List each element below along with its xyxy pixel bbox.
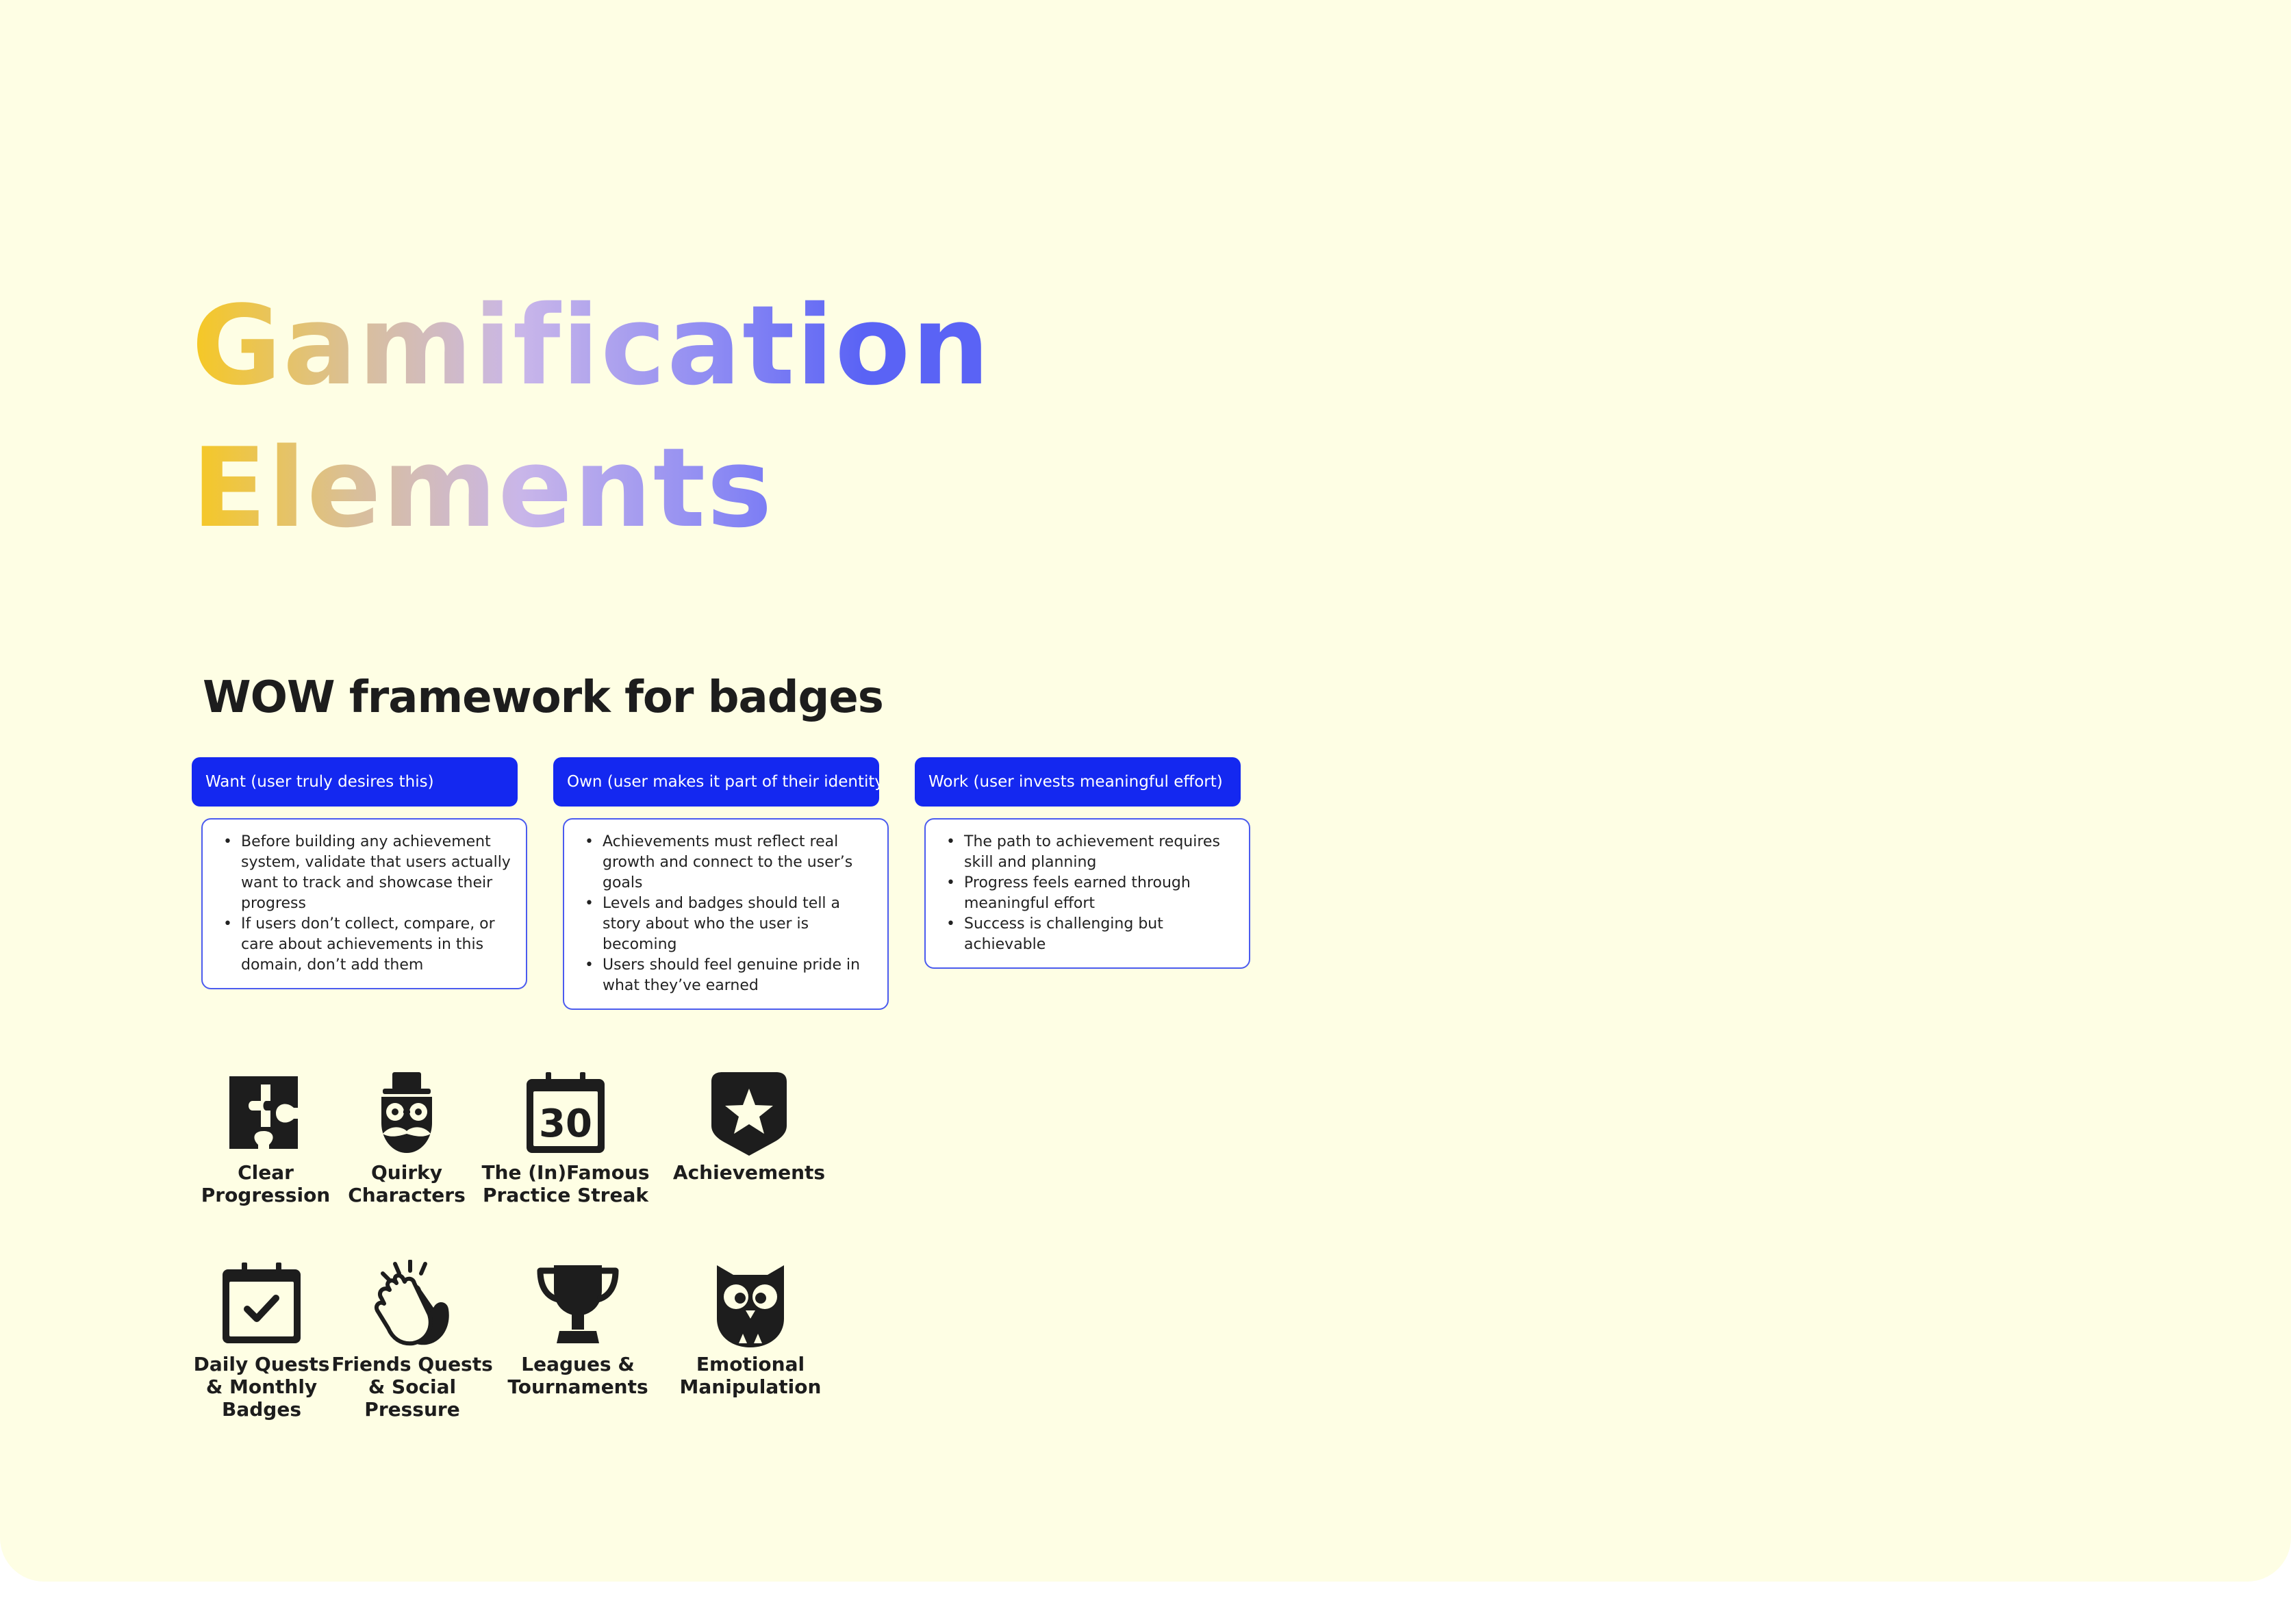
calendar-check-icon	[223, 1263, 301, 1343]
feature-label: Achievements	[672, 1161, 826, 1184]
feature-quirky-characters[interactable]: Quirky Characters	[318, 1068, 496, 1206]
framework-heading: WOW framework for badges	[203, 672, 884, 723]
want-bullet: Before building any achievement system, …	[223, 832, 514, 914]
work-bullet: The path to achievement requires skill a…	[946, 832, 1237, 873]
star-shield-icon	[711, 1072, 787, 1156]
feature-emotional-manipulation[interactable]: Emotional Manipulation	[661, 1260, 839, 1398]
calendar-30-icon: 30	[527, 1072, 605, 1153]
title-line-1: Gamification	[192, 281, 991, 409]
feature-label: Emotional Manipulation	[679, 1353, 822, 1398]
want-pill[interactable]: Want (user truly desires this)	[192, 757, 518, 807]
feature-label: Quirky Characters	[348, 1161, 466, 1206]
feature-label: The (In)Famous Practice Streak	[481, 1161, 650, 1206]
work-bullet: Progress feels earned through meaningful…	[946, 873, 1237, 914]
own-bullet: Achievements must reflect real growth an…	[585, 832, 875, 893]
own-card[interactable]: Achievements must reflect real growth an…	[563, 818, 889, 1010]
feature-label: Friends Quests & Social Pressure	[331, 1353, 493, 1421]
work-card[interactable]: The path to achievement requires skill a…	[924, 818, 1250, 969]
own-bullet: Users should feel genuine pride in what …	[585, 955, 875, 996]
want-bullet: If users don’t collect, compare, or care…	[223, 914, 514, 976]
puzzle-icon	[229, 1076, 298, 1149]
clapping-hands-icon	[375, 1260, 449, 1346]
want-card[interactable]: Before building any achievement system, …	[201, 818, 527, 989]
work-bullet-list: The path to achievement requires skill a…	[946, 832, 1237, 955]
trophy-icon	[537, 1265, 619, 1343]
feature-practice-streak[interactable]: 30 The (In)Famous Practice Streak	[477, 1068, 655, 1206]
mustache-character-icon	[381, 1072, 432, 1153]
feature-friends-quests[interactable]: Friends Quests & Social Pressure	[323, 1260, 501, 1421]
title-line-2: Elements	[192, 424, 774, 552]
work-pill[interactable]: Work (user invests meaningful effort)	[915, 757, 1241, 807]
own-bullet: Levels and badges should tell a story ab…	[585, 893, 875, 955]
want-bullet-list: Before building any achievement system, …	[223, 832, 514, 976]
work-bullet: Success is challenging but achievable	[946, 914, 1237, 955]
board-canvas: Gamification Elements WOW framework for …	[0, 0, 2291, 1582]
own-bullet-list: Achievements must reflect real growth an…	[585, 832, 875, 996]
feature-achievements[interactable]: Achievements	[660, 1068, 838, 1184]
calendar-day-number: 30	[539, 1102, 592, 1146]
owl-icon	[717, 1265, 784, 1347]
feature-leagues[interactable]: Leagues & Tournaments	[489, 1260, 667, 1398]
feature-label: Leagues & Tournaments	[507, 1353, 648, 1398]
own-pill[interactable]: Own (user makes it part of their identit…	[553, 757, 879, 807]
